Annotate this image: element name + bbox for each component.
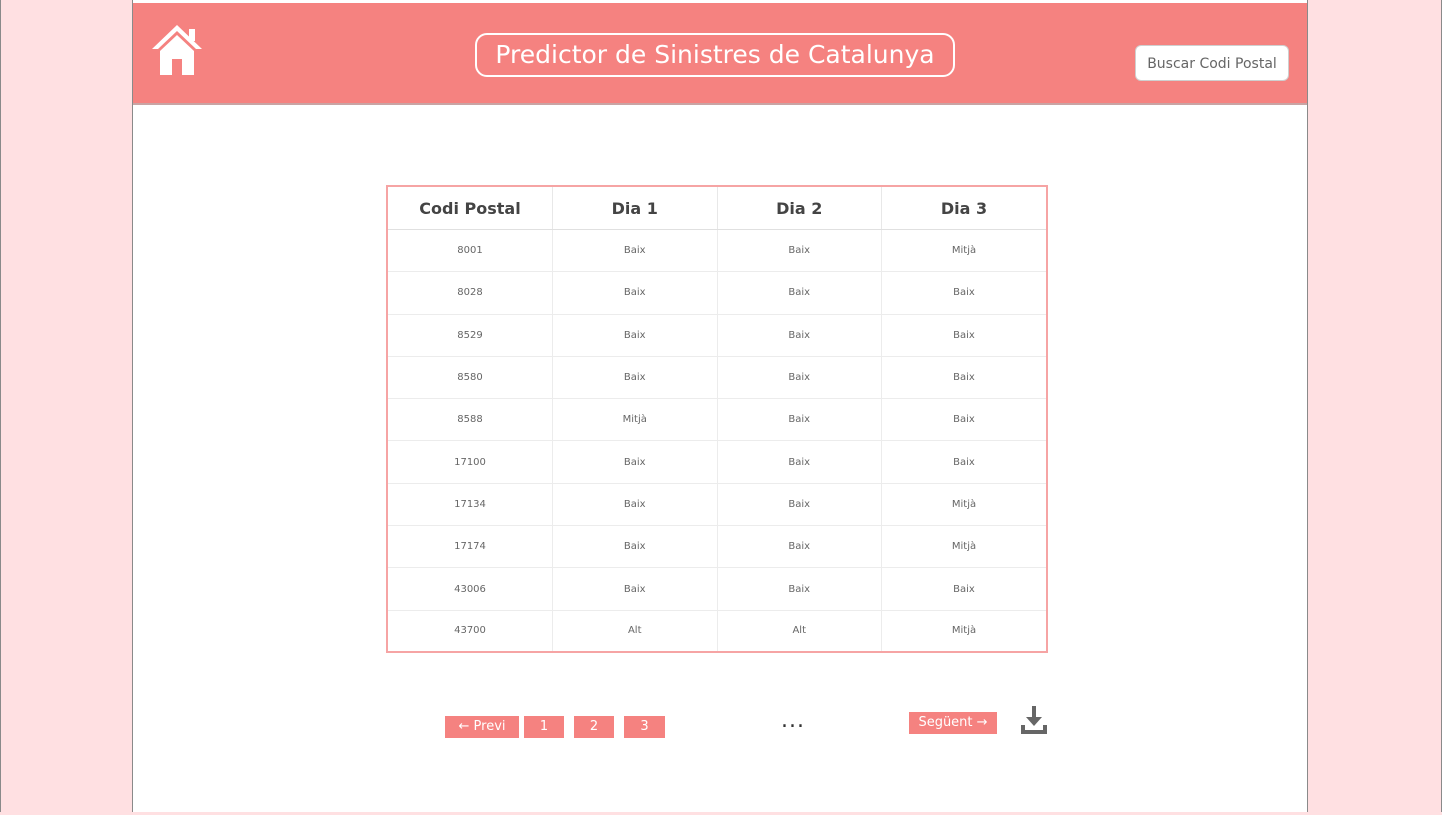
postal-code-cell: 43700 (388, 610, 553, 651)
risk-level-cell: Baix (552, 525, 718, 569)
prev-page-button[interactable]: ← Previ (445, 716, 519, 738)
risk-level-cell: Baix (717, 314, 882, 357)
risk-level-cell: Baix (717, 440, 882, 484)
risk-level-cell: Mitjà (951, 625, 977, 637)
risk-level-cell: Baix (881, 440, 1046, 484)
table-row: 8028 Baix Baix Baix (388, 271, 1046, 315)
risk-level-cell: Baix (552, 440, 718, 484)
postal-code-cell: 8529 (388, 314, 553, 357)
risk-level-cell: Baix (717, 229, 882, 273)
postal-code-cell: 17174 (388, 525, 553, 569)
table-header-row: Codi Postal Dia 1 Dia 2 Dia 3 (388, 187, 1046, 230)
table-row: 8529 Baix Baix Baix (388, 314, 1046, 357)
right-margin (1307, 0, 1442, 812)
page-3-button[interactable]: 3 (624, 716, 665, 738)
download-icon[interactable] (1019, 704, 1049, 736)
risk-level-cell: Mitjà (881, 525, 1046, 569)
predictions-table: Codi Postal Dia 1 Dia 2 Dia 3 8001 Baix Baix M… (388, 187, 1046, 651)
header-bar: Predictor de Sinistres de Catalunya Busc… (133, 3, 1307, 105)
page-title: Predictor de Sinistres de Catalunya (475, 33, 955, 77)
postal-code-cell: 8001 (388, 229, 553, 273)
postal-code-cell: 8028 (388, 271, 553, 315)
risk-level-cell: Baix (552, 271, 718, 315)
risk-level-cell: Baix (552, 314, 718, 357)
table-row: 17134 Baix Baix Mitjà (388, 483, 1046, 527)
postal-code-cell: 8588 (388, 398, 553, 442)
risk-level-cell: Baix (717, 398, 882, 442)
risk-level-cell: Mitjà (552, 398, 718, 442)
risk-level-cell: Baix (717, 271, 882, 315)
risk-level-cell: Baix (552, 567, 718, 611)
pagination-ellipsis: ... (781, 708, 805, 733)
risk-level-cell: Baix (717, 567, 882, 611)
risk-level-cell: Alt (717, 610, 882, 651)
risk-level-cell: Baix (881, 567, 1046, 611)
risk-level-cell: Baix (552, 483, 718, 527)
column-header: Dia 1 (552, 187, 718, 230)
risk-level-cell: Baix (881, 271, 1046, 315)
page-2-button[interactable]: 2 (574, 716, 614, 738)
home-icon[interactable] (151, 23, 203, 77)
search-postal-code-button[interactable]: Buscar Codi Postal (1135, 45, 1289, 81)
postal-code-cell: 17100 (388, 440, 553, 484)
risk-level-cell: Baix (552, 229, 718, 273)
page-1-button[interactable]: 1 (524, 716, 564, 738)
risk-level-cell: Baix (881, 314, 1046, 357)
page: Predictor de Sinistres de Catalunya Busc… (133, 0, 1307, 812)
table-row: 8001 Baix Baix Mitjà (388, 229, 1046, 273)
risk-level-cell: Baix (552, 356, 718, 400)
column-header: Dia 2 (717, 187, 882, 230)
risk-level-cell: Alt (552, 610, 718, 651)
column-header: Codi Postal (388, 187, 553, 230)
table-row: 17174 Baix Baix Mitjà (388, 525, 1046, 569)
column-header: Dia 3 (881, 187, 1046, 230)
table-row: 43700 Alt Alt Mitjà (388, 610, 1046, 651)
next-page-button[interactable]: Següent → (909, 712, 997, 734)
table-body: 8001 Baix Baix Mitjà 8028 Baix Baix Baix 8529 Bai… (388, 229, 1046, 651)
risk-level-cell: Baix (717, 356, 882, 400)
risk-level-cell: Baix (717, 525, 882, 569)
left-margin (0, 0, 133, 812)
postal-code-cell: 17134 (388, 483, 553, 527)
table-row: 43006 Baix Baix Baix (388, 567, 1046, 611)
risk-level-cell: Mitjà (881, 483, 1046, 527)
risk-level-cell: Mitjà (881, 229, 1046, 273)
table-row: 8588 Mitjà Baix Baix (388, 398, 1046, 442)
predictions-table-container: Codi Postal Dia 1 Dia 2 Dia 3 8001 Baix Baix M… (386, 185, 1048, 653)
table-row: 8580 Baix Baix Baix (388, 356, 1046, 400)
postal-code-cell: 43006 (388, 567, 553, 611)
postal-code-cell: 8580 (388, 356, 553, 400)
risk-level-cell: Baix (881, 356, 1046, 400)
risk-level-cell: Baix (881, 398, 1046, 442)
risk-level-cell: Baix (717, 483, 882, 527)
table-row: 17100 Baix Baix Baix (388, 440, 1046, 484)
